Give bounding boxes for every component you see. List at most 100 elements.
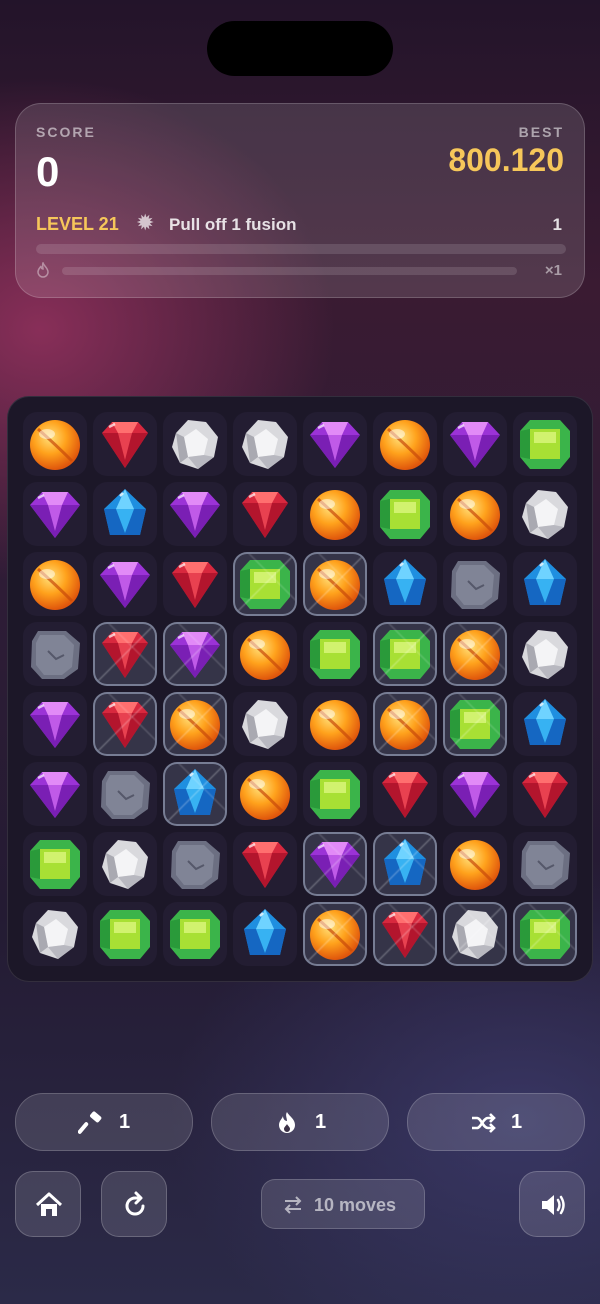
board-cell-frozen[interactable] xyxy=(373,622,437,686)
red-gem-icon xyxy=(382,912,428,958)
board-cell[interactable] xyxy=(163,902,227,966)
board-cell[interactable] xyxy=(233,762,297,826)
orange-gem-icon xyxy=(380,700,430,750)
purple-gem-icon xyxy=(100,562,150,608)
board-cell[interactable] xyxy=(513,552,577,616)
board-cell[interactable] xyxy=(233,902,297,966)
board-cell[interactable] xyxy=(373,762,437,826)
restart-button[interactable] xyxy=(101,1171,167,1237)
board-cell[interactable] xyxy=(93,902,157,966)
board-cell[interactable] xyxy=(163,832,227,896)
board-cell[interactable] xyxy=(443,832,507,896)
board-cell[interactable] xyxy=(303,412,367,476)
red-gem-icon xyxy=(242,492,288,538)
board-cell[interactable] xyxy=(233,692,297,756)
objective-progress-bar xyxy=(36,244,566,254)
moves-counter: 10 moves xyxy=(261,1179,425,1229)
board-cell[interactable] xyxy=(23,622,87,686)
shuffle-count: 1 xyxy=(511,1111,523,1133)
board-cell[interactable] xyxy=(303,692,367,756)
blue-gem-icon xyxy=(524,699,566,745)
speaker-icon xyxy=(542,1195,565,1215)
board-cell[interactable] xyxy=(443,762,507,826)
green-gem-icon xyxy=(520,910,570,959)
board-cell-frozen[interactable] xyxy=(233,552,297,616)
board-cell[interactable] xyxy=(23,412,87,476)
board-cell[interactable] xyxy=(23,762,87,826)
board-cell-frozen[interactable] xyxy=(373,902,437,966)
combo-progress-bar xyxy=(62,267,517,275)
board-cell[interactable] xyxy=(373,552,437,616)
board-cell[interactable] xyxy=(373,412,437,476)
board-cell[interactable] xyxy=(163,482,227,546)
board-cell[interactable] xyxy=(443,552,507,616)
board-cell-frozen[interactable] xyxy=(93,622,157,686)
board-cell[interactable] xyxy=(303,762,367,826)
board-cell[interactable] xyxy=(93,762,157,826)
home-button[interactable] xyxy=(15,1171,81,1237)
board-cell[interactable] xyxy=(513,412,577,476)
purple-gem-icon xyxy=(170,632,220,678)
board-cell[interactable] xyxy=(23,832,87,896)
shuffle-powerup-button[interactable]: 1 xyxy=(407,1093,585,1151)
board-cell-frozen[interactable] xyxy=(513,902,577,966)
board-cell-frozen[interactable] xyxy=(303,832,367,896)
hammer-icon xyxy=(78,1111,102,1134)
board-cell-frozen[interactable] xyxy=(443,692,507,756)
level-label: LEVEL 21 xyxy=(36,214,119,234)
board-cell-frozen[interactable] xyxy=(93,692,157,756)
board-cell[interactable] xyxy=(93,552,157,616)
board-cell[interactable] xyxy=(163,552,227,616)
board-cell-frozen[interactable] xyxy=(163,622,227,686)
board-cell[interactable] xyxy=(23,692,87,756)
board-cell[interactable] xyxy=(513,762,577,826)
board-cell[interactable] xyxy=(23,902,87,966)
board-cell[interactable] xyxy=(163,412,227,476)
board-cell[interactable] xyxy=(513,622,577,686)
board-cell[interactable] xyxy=(233,412,297,476)
board-cell[interactable] xyxy=(233,482,297,546)
restart-icon xyxy=(125,1191,145,1216)
flame-icon xyxy=(37,262,49,278)
board-cell[interactable] xyxy=(303,622,367,686)
purple-gem-icon xyxy=(30,772,80,818)
green-gem-icon xyxy=(310,630,360,679)
board-cell[interactable] xyxy=(93,482,157,546)
purple-gem-icon xyxy=(310,422,360,468)
board-cell-frozen[interactable] xyxy=(303,902,367,966)
green-gem-icon xyxy=(310,770,360,819)
board-cell[interactable] xyxy=(93,412,157,476)
orange-gem-icon xyxy=(170,700,220,750)
board-cell[interactable] xyxy=(23,482,87,546)
flame-powerup-button[interactable]: 1 xyxy=(211,1093,389,1151)
board-cell[interactable] xyxy=(233,832,297,896)
board-cell[interactable] xyxy=(233,622,297,686)
board-cell[interactable] xyxy=(23,552,87,616)
board-cell[interactable] xyxy=(303,482,367,546)
white-gem-icon xyxy=(102,840,148,889)
board-cell[interactable] xyxy=(373,482,437,546)
orange-gem-icon xyxy=(310,560,360,610)
orange-gem-icon xyxy=(240,770,290,820)
board-cell-frozen[interactable] xyxy=(163,762,227,826)
board-cell[interactable] xyxy=(443,412,507,476)
shuffle-icon xyxy=(472,1113,496,1133)
score-label: SCORE xyxy=(36,124,96,140)
hammer-powerup-button[interactable]: 1 xyxy=(15,1093,193,1151)
board-cell[interactable] xyxy=(443,482,507,546)
board-cell[interactable] xyxy=(93,832,157,896)
board-cell[interactable] xyxy=(513,832,577,896)
board-cell-frozen[interactable] xyxy=(373,832,437,896)
board-cell[interactable] xyxy=(513,482,577,546)
score-value: 0 xyxy=(36,148,60,195)
board-cell[interactable] xyxy=(513,692,577,756)
board-cell-frozen[interactable] xyxy=(303,552,367,616)
swap-arrows-icon xyxy=(284,1196,302,1214)
board-cell-frozen[interactable] xyxy=(373,692,437,756)
board-cell-frozen[interactable] xyxy=(163,692,227,756)
sound-button[interactable] xyxy=(519,1171,585,1237)
score-card: SCORE 0 BEST 800.120 LEVEL 21 ✹ Pull off… xyxy=(15,103,585,298)
board-cell-frozen[interactable] xyxy=(443,622,507,686)
objective-text: Pull off 1 fusion xyxy=(169,215,297,234)
board-cell-frozen[interactable] xyxy=(443,902,507,966)
